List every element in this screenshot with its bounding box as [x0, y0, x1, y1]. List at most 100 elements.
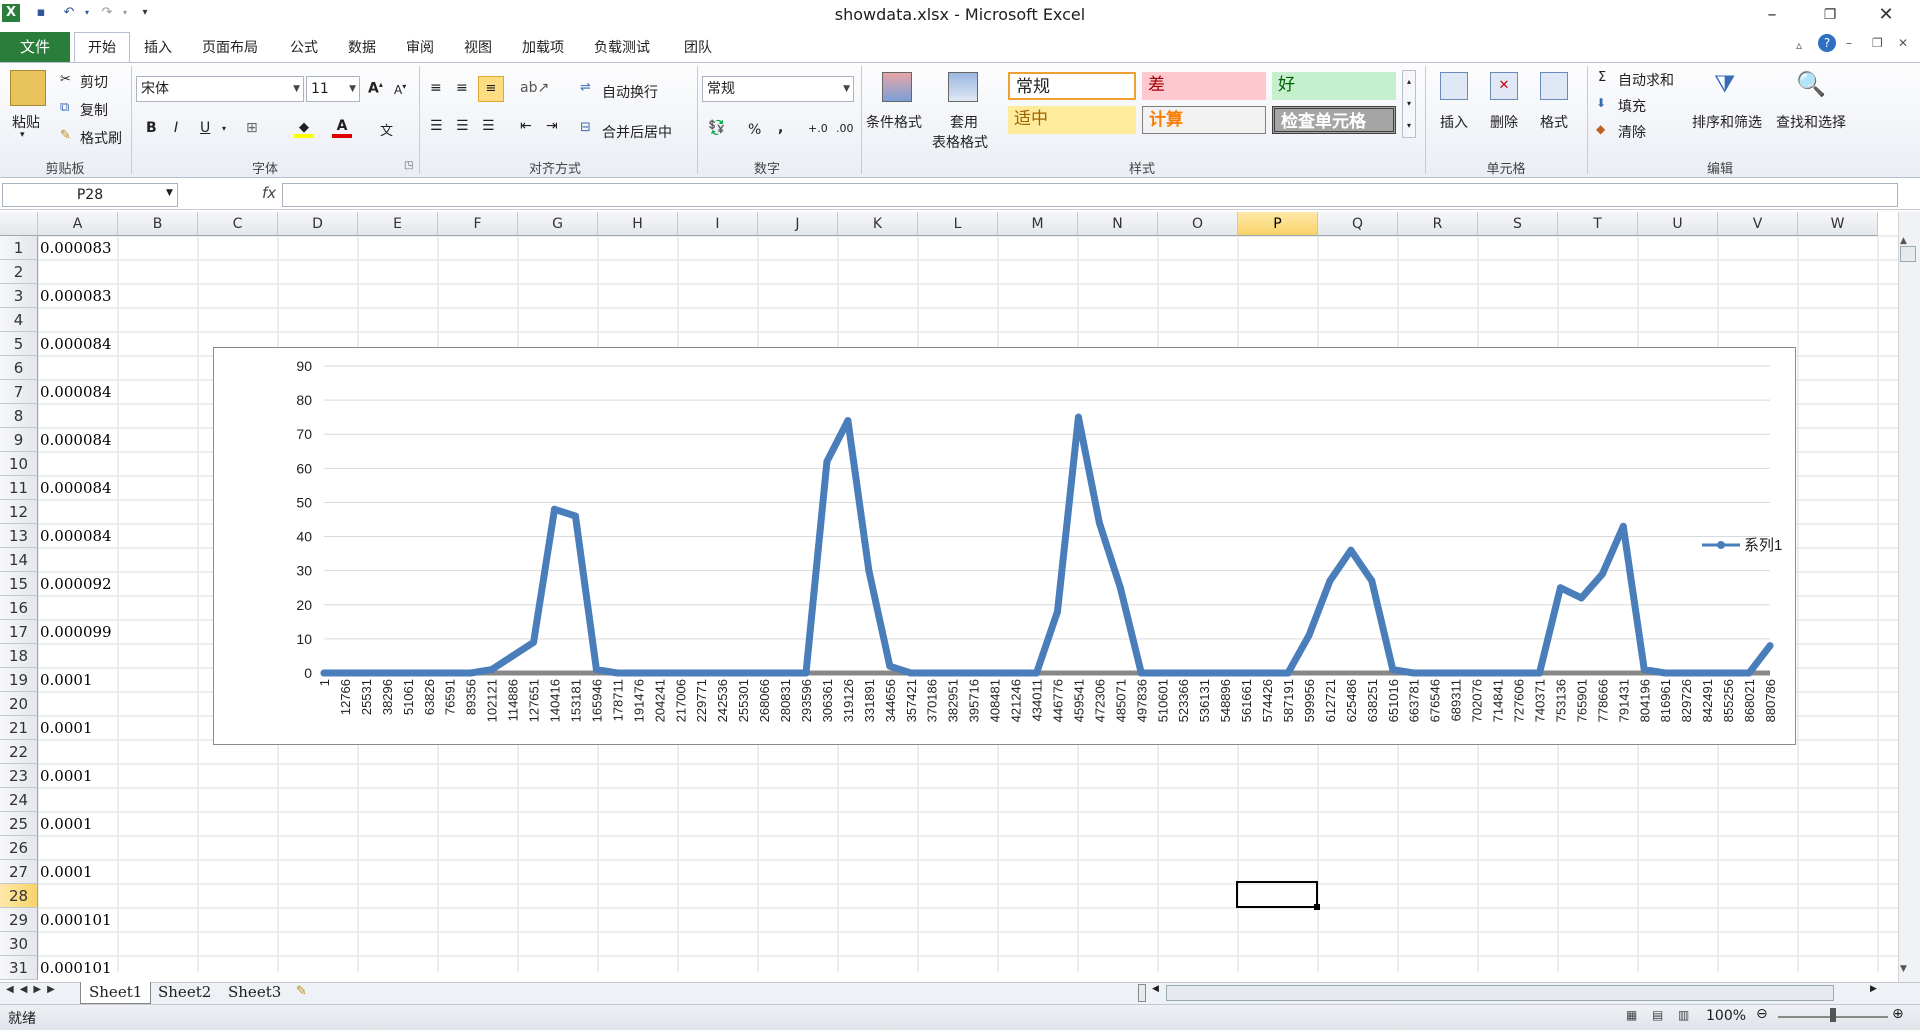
help-icon[interactable]: ? — [1818, 34, 1836, 52]
style-normal[interactable]: 常规 — [1008, 72, 1136, 100]
zoom-in-icon[interactable]: ⊕ — [1892, 1006, 1904, 1022]
cell-a[interactable]: 0.000101 — [40, 956, 112, 980]
column-header[interactable]: D — [278, 212, 358, 236]
row-header[interactable]: 15 — [0, 572, 38, 596]
conditional-format-icon[interactable] — [882, 72, 912, 102]
row-header[interactable]: 20 — [0, 692, 38, 716]
style-bad[interactable]: 差 — [1142, 72, 1266, 100]
align-center-icon[interactable]: ☰ — [456, 118, 469, 134]
restore-icon[interactable]: ❐ — [1810, 2, 1850, 28]
cell-a[interactable]: 0.000084 — [40, 380, 112, 404]
style-neutral[interactable]: 适中 — [1008, 106, 1136, 134]
currency-icon[interactable]: 💱 — [708, 120, 725, 136]
fill-color-icon[interactable]: ◆ — [294, 120, 314, 138]
column-header[interactable]: P — [1238, 212, 1318, 236]
paste-button[interactable]: 粘贴 — [12, 112, 40, 132]
dialog-launcher-icon[interactable]: ◳ — [404, 160, 413, 171]
decrease-decimal-icon[interactable]: .00 — [836, 122, 854, 135]
column-header[interactable]: N — [1078, 212, 1158, 236]
tab-insert[interactable]: 插入 — [136, 34, 180, 62]
sheet-tab-3[interactable]: Sheet3 — [220, 982, 289, 1004]
tab-formulas[interactable]: 公式 — [282, 34, 326, 62]
cell-a[interactable]: 0.0001 — [40, 812, 93, 836]
column-header[interactable]: Q — [1318, 212, 1398, 236]
find-select-icon[interactable]: 🔍 — [1796, 70, 1826, 98]
cell-a[interactable]: 0.0001 — [40, 860, 93, 884]
wrap-text-button[interactable]: 自动换行 — [602, 82, 658, 102]
row-header[interactable]: 26 — [0, 836, 38, 860]
comma-button[interactable]: , — [778, 120, 783, 136]
row-header[interactable]: 6 — [0, 356, 38, 380]
styles-scroll-icon[interactable]: ▴ ▾ ▾ — [1402, 70, 1416, 138]
column-header[interactable]: L — [918, 212, 998, 236]
font-size-combo[interactable]: 11 ▼ — [306, 76, 360, 102]
zoom-level[interactable]: 100% — [1706, 1008, 1746, 1024]
font-color-icon[interactable]: A — [332, 118, 352, 138]
collapse-ribbon-icon[interactable]: ▵ — [1796, 38, 1802, 52]
row-header[interactable]: 31 — [0, 956, 38, 980]
cell-a[interactable]: 0.000084 — [40, 428, 112, 452]
table-format-button-line2[interactable]: 表格格式 — [932, 132, 988, 152]
clear-button[interactable]: 清除 — [1618, 122, 1646, 142]
page-break-view-icon[interactable]: ▥ — [1678, 1008, 1689, 1022]
cell-a[interactable]: 0.0001 — [40, 716, 93, 740]
name-box-dropdown-icon[interactable]: ▼ — [166, 188, 173, 198]
row-header[interactable]: 22 — [0, 740, 38, 764]
row-header[interactable]: 29 — [0, 908, 38, 932]
row-header[interactable]: 25 — [0, 812, 38, 836]
cut-button[interactable]: 剪切 — [80, 72, 108, 92]
vertical-scrollbar[interactable] — [1898, 212, 1920, 982]
column-header[interactable]: S — [1478, 212, 1558, 236]
row-header[interactable]: 23 — [0, 764, 38, 788]
row-header[interactable]: 24 — [0, 788, 38, 812]
tab-addins[interactable]: 加载项 — [514, 34, 572, 62]
sort-filter-button[interactable]: 排序和筛选 — [1692, 112, 1762, 132]
cell-a[interactable]: 0.000099 — [40, 620, 112, 644]
tab-home[interactable]: 开始 — [74, 32, 130, 63]
scroll-right-icon[interactable]: ▶ — [1870, 984, 1877, 994]
column-header[interactable]: H — [598, 212, 678, 236]
column-header[interactable]: K — [838, 212, 918, 236]
cell-a[interactable]: 0.000084 — [40, 332, 112, 356]
scroll-up-icon[interactable]: ▲ — [1900, 236, 1907, 246]
delete-cells-button[interactable]: 删除 — [1490, 112, 1518, 132]
decrease-indent-icon[interactable]: ⇤ — [520, 118, 532, 134]
align-left-icon[interactable]: ☰ — [430, 118, 443, 134]
phonetic-icon[interactable]: 文 — [380, 120, 393, 139]
row-header[interactable]: 19 — [0, 668, 38, 692]
workbook-restore-icon[interactable]: ❐ — [1872, 36, 1883, 50]
formula-input[interactable] — [282, 183, 1898, 207]
increase-indent-icon[interactable]: ⇥ — [546, 118, 558, 134]
sheet-nav-icon[interactable]: ◀◀▶▶ — [6, 984, 61, 995]
row-header[interactable]: 27 — [0, 860, 38, 884]
column-header[interactable]: O — [1158, 212, 1238, 236]
column-header[interactable]: F — [438, 212, 518, 236]
percent-button[interactable]: % — [748, 122, 761, 138]
autosum-button[interactable]: 自动求和 — [1618, 70, 1674, 90]
wrap-text-icon[interactable]: ⇌ — [580, 80, 591, 95]
format-cells-button[interactable]: 格式 — [1540, 112, 1568, 132]
column-header[interactable]: I — [678, 212, 758, 236]
row-header[interactable]: 3 — [0, 284, 38, 308]
align-middle-icon[interactable]: ≡ — [456, 80, 468, 96]
row-header[interactable]: 16 — [0, 596, 38, 620]
select-all-corner[interactable] — [0, 212, 38, 236]
underline-dropdown-icon[interactable]: ▾ — [222, 124, 226, 133]
column-header[interactable]: E — [358, 212, 438, 236]
row-header[interactable]: 14 — [0, 548, 38, 572]
vertical-scroll-thumb[interactable] — [1900, 246, 1916, 262]
cell-a[interactable]: 0.0001 — [40, 668, 93, 692]
border-icon[interactable]: ⊞ — [246, 120, 258, 136]
cell-a[interactable]: 0.000084 — [40, 524, 112, 548]
row-header[interactable]: 7 — [0, 380, 38, 404]
minimize-icon[interactable]: – — [1752, 2, 1792, 28]
italic-button[interactable]: I — [174, 120, 178, 136]
number-format-combo[interactable]: 常规 ▼ — [702, 76, 854, 102]
align-bottom-icon[interactable]: ≡ — [478, 76, 504, 102]
row-header[interactable]: 2 — [0, 260, 38, 284]
column-header[interactable]: J — [758, 212, 838, 236]
cut-icon[interactable]: ✂ — [60, 72, 71, 87]
insert-sheet-icon[interactable]: ✎ — [296, 984, 307, 999]
horizontal-scroll-thumb[interactable] — [1166, 985, 1834, 1001]
sort-filter-icon[interactable]: ⧩ — [1714, 70, 1735, 98]
